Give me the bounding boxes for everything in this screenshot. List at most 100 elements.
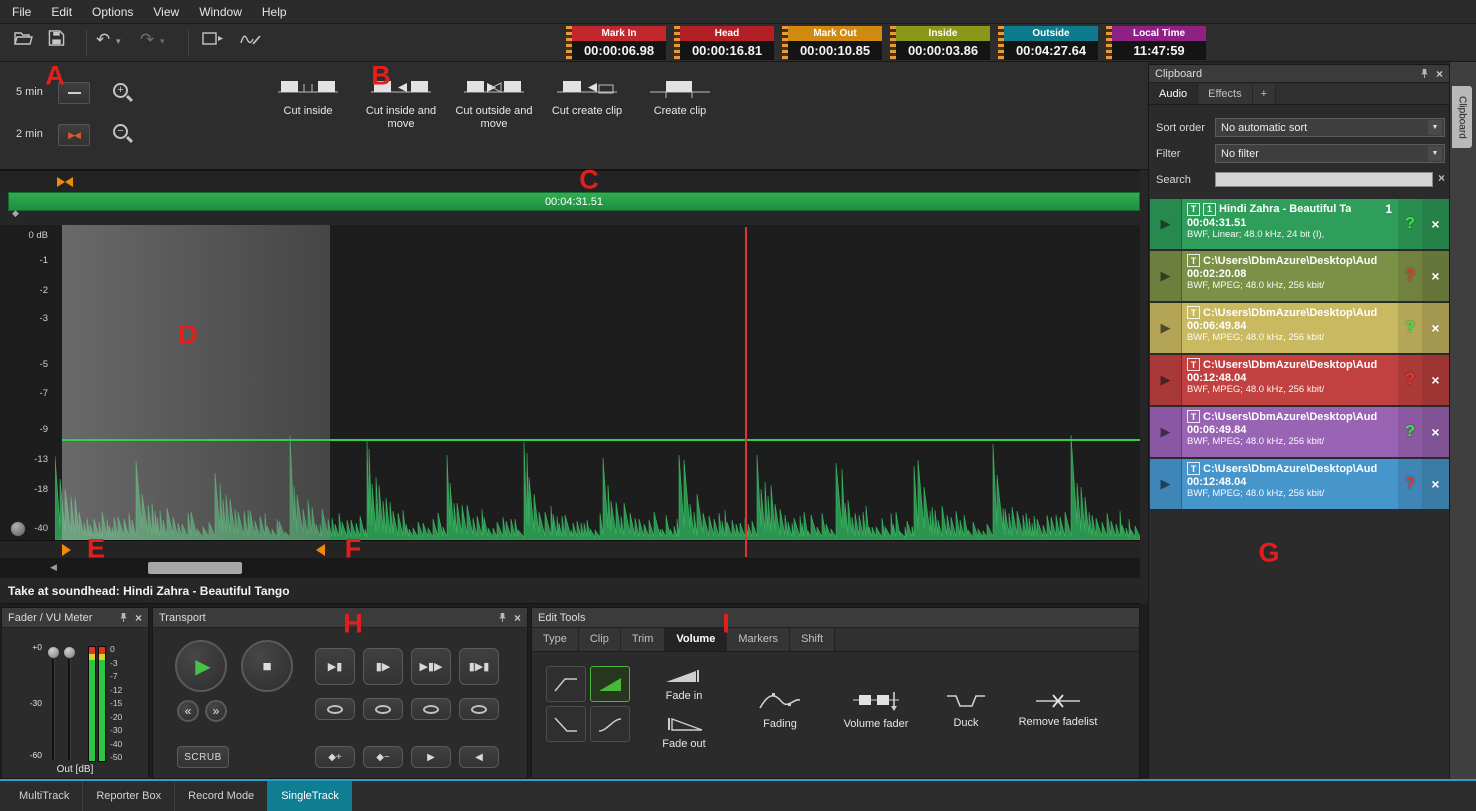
playhead[interactable]: [745, 227, 747, 557]
pin-icon[interactable]: [498, 612, 507, 623]
prelisten-ear-button[interactable]: ?: [1398, 199, 1422, 249]
clip-play-button[interactable]: ▶: [1150, 199, 1182, 249]
loop-button-3[interactable]: [411, 698, 451, 720]
prelisten-ear-button[interactable]: ?: [1398, 407, 1422, 457]
fader-knob-right[interactable]: [63, 646, 76, 659]
prelisten-ear-button[interactable]: ?: [1398, 303, 1422, 353]
add-tab-button[interactable]: +: [1253, 84, 1276, 104]
clipboard-item-3[interactable]: ▶ T C:\Users\DbmAzure\Desktop\Aud 00:06:…: [1150, 303, 1449, 353]
open-file-icon[interactable]: [14, 30, 34, 46]
timeline-ruler[interactable]: [0, 170, 1140, 192]
fade-out-button[interactable]: Fade out: [644, 710, 724, 756]
clip-remove-button[interactable]: ×: [1422, 303, 1449, 353]
clipboard-item-5[interactable]: ▶ T C:\Users\DbmAzure\Desktop\Aud 00:06:…: [1150, 407, 1449, 457]
level-knob[interactable]: [10, 521, 26, 537]
tab-type[interactable]: Type: [532, 628, 579, 651]
volume-fader-button[interactable]: Volume fader: [830, 662, 922, 758]
zoom-out-button[interactable]: −: [110, 121, 131, 145]
clip-play-button[interactable]: ▶: [1150, 407, 1182, 457]
prelisten-ear-button[interactable]: ?: [1398, 251, 1422, 301]
tab-trim[interactable]: Trim: [621, 628, 666, 651]
marker-prev-button[interactable]: ◀: [459, 746, 499, 768]
forward-button[interactable]: »: [205, 700, 227, 722]
waveform-edit-icon[interactable]: [240, 30, 262, 47]
mark-out-handle-icon[interactable]: [316, 544, 325, 556]
tab-singletrack[interactable]: SingleTrack: [267, 781, 352, 811]
clip-play-button[interactable]: ▶: [1150, 355, 1182, 405]
marker-add-button[interactable]: ◆+: [315, 746, 355, 768]
stop-button[interactable]: ■: [241, 640, 293, 692]
soundhead-marker-icon[interactable]: [56, 176, 74, 188]
search-input[interactable]: [1215, 172, 1433, 187]
tab-reporter-box[interactable]: Reporter Box: [82, 781, 174, 811]
fade-shape-descend-button[interactable]: [546, 706, 586, 742]
marker-next-button[interactable]: ▶: [411, 746, 451, 768]
cut-create-clip-button[interactable]: Cut create clip: [543, 72, 631, 118]
prelisten-ear-button[interactable]: ?: [1398, 459, 1422, 509]
zoom-to-marks-button[interactable]: ▶◀: [58, 124, 90, 146]
clipboard-item-4[interactable]: ▶ T C:\Users\DbmAzure\Desktop\Aud 00:12:…: [1150, 355, 1449, 405]
clip-remove-button[interactable]: ×: [1422, 251, 1449, 301]
clipboard-item-2[interactable]: ▶ T C:\Users\DbmAzure\Desktop\Aud 00:02:…: [1150, 251, 1449, 301]
clipboard-side-tab[interactable]: Clipboard: [1452, 86, 1472, 148]
tab-multitrack[interactable]: MultiTrack: [6, 781, 82, 811]
scrub-button[interactable]: SCRUB: [177, 746, 229, 768]
fader-track-left[interactable]: [52, 650, 55, 760]
cut-inside-button[interactable]: Cut inside: [264, 72, 352, 118]
mark-in-handle-icon[interactable]: [62, 544, 71, 556]
redo-icon[interactable]: ↷: [140, 30, 154, 50]
rewind-button[interactable]: «: [177, 700, 199, 722]
zoom-in-button[interactable]: +: [110, 80, 131, 104]
clip-remove-button[interactable]: ×: [1422, 355, 1449, 405]
pin-icon[interactable]: [119, 612, 128, 623]
menu-help[interactable]: Help: [252, 2, 297, 22]
fader-track-right[interactable]: [68, 650, 71, 760]
clip-remove-button[interactable]: ×: [1422, 199, 1449, 249]
redo-dropdown-icon[interactable]: ▾: [160, 36, 165, 47]
duck-button[interactable]: Duck: [930, 662, 1002, 758]
play-from-head-button[interactable]: ▮▶: [363, 648, 403, 685]
save-icon[interactable]: [48, 30, 65, 46]
fading-button[interactable]: Fading: [738, 662, 822, 758]
search-clear-icon[interactable]: ×: [1438, 171, 1445, 185]
menu-file[interactable]: File: [2, 2, 41, 22]
volume-envelope-line[interactable]: [62, 439, 1140, 441]
cut-inside-move-button[interactable]: Cut inside and move: [357, 72, 445, 130]
waveform-area[interactable]: 0 dB -1 -2 -3 -5 -7 -9 -13 -18 -40: [0, 225, 1140, 540]
play-to-head-button[interactable]: ▶▮: [315, 648, 355, 685]
clip-remove-button[interactable]: ×: [1422, 407, 1449, 457]
scrollbar-thumb[interactable]: [148, 562, 242, 574]
scroll-left-icon[interactable]: ◀: [50, 562, 57, 573]
filter-dropdown[interactable]: No filter ▼: [1215, 144, 1445, 163]
menu-window[interactable]: Window: [189, 2, 252, 22]
undo-icon[interactable]: ↶: [96, 30, 110, 50]
play-button[interactable]: ▶: [175, 640, 227, 692]
tab-volume[interactable]: Volume: [665, 628, 727, 651]
sort-order-dropdown[interactable]: No automatic sort ▼: [1215, 118, 1445, 137]
menu-edit[interactable]: Edit: [41, 2, 82, 22]
clip-remove-button[interactable]: ×: [1422, 459, 1449, 509]
tab-markers[interactable]: Markers: [727, 628, 790, 651]
play-over-mark-out-button[interactable]: ▮▶▮: [459, 648, 499, 685]
tab-audio[interactable]: Audio: [1149, 84, 1198, 104]
tab-shift[interactable]: Shift: [790, 628, 835, 651]
timeline-duration-bar[interactable]: 00:04:31.51: [8, 192, 1140, 211]
horizontal-scrollbar[interactable]: ◀: [0, 558, 1140, 578]
fade-in-button[interactable]: Fade in: [644, 662, 724, 708]
menu-options[interactable]: Options: [82, 2, 143, 22]
clip-play-button[interactable]: ▶: [1150, 303, 1182, 353]
loop-button-2[interactable]: [363, 698, 403, 720]
create-clip-button[interactable]: Create clip: [636, 72, 724, 118]
remove-fadelist-button[interactable]: Remove fadelist: [1010, 662, 1106, 758]
loop-button-4[interactable]: [459, 698, 499, 720]
clip-play-button[interactable]: ▶: [1150, 459, 1182, 509]
prelisten-ear-button[interactable]: ?: [1398, 355, 1422, 405]
fader-knob-left[interactable]: [47, 646, 60, 659]
tab-clip[interactable]: Clip: [579, 628, 621, 651]
clip-play-button[interactable]: ▶: [1150, 251, 1182, 301]
pin-icon[interactable]: [1420, 68, 1429, 79]
fade-shape-curve-button[interactable]: [590, 706, 630, 742]
cut-outside-move-button[interactable]: Cut outside and move: [450, 72, 538, 130]
tab-record-mode[interactable]: Record Mode: [174, 781, 267, 811]
close-icon[interactable]: ×: [135, 611, 142, 625]
